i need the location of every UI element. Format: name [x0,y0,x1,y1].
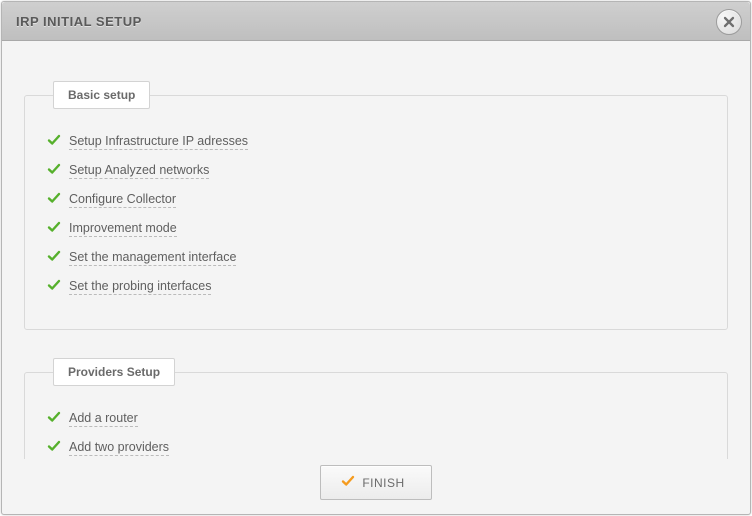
providers-setup-legend: Providers Setup [53,358,175,386]
list-item: Improvement mode [47,220,705,237]
irp-initial-setup-modal: IRP INITIAL SETUP Basic setup Setup Infr… [1,1,751,515]
providers-setup-steps: Add a router Add two providers [47,410,705,456]
basic-setup-legend: Basic setup [53,81,150,109]
check-icon [47,220,61,237]
list-item: Set the management interface [47,249,705,266]
modal-header: IRP INITIAL SETUP [2,2,750,41]
list-item: Set the probing interfaces [47,278,705,295]
check-icon [47,278,61,295]
step-link[interactable]: Add two providers [69,440,169,456]
check-icon [47,249,61,266]
check-icon [47,162,61,179]
list-item: Add a router [47,410,705,427]
basic-setup-steps: Setup Infrastructure IP adresses Setup A… [47,133,705,295]
finish-button[interactable]: FINISH [320,465,431,500]
step-link[interactable]: Setup Infrastructure IP adresses [69,134,248,150]
step-link[interactable]: Configure Collector [69,192,176,208]
modal-body: Basic setup Setup Infrastructure IP adre… [2,41,750,459]
check-icon [47,410,61,427]
step-link[interactable]: Set the management interface [69,250,236,266]
close-icon [723,16,735,28]
check-icon [47,439,61,456]
list-item: Configure Collector [47,191,705,208]
check-icon [47,133,61,150]
close-button[interactable] [716,9,742,35]
list-item: Setup Analyzed networks [47,162,705,179]
finish-check-icon [341,474,355,491]
basic-setup-group: Basic setup Setup Infrastructure IP adre… [24,81,728,330]
modal-footer: FINISH [2,459,750,514]
list-item: Setup Infrastructure IP adresses [47,133,705,150]
step-link[interactable]: Set the probing interfaces [69,279,211,295]
finish-button-label: FINISH [362,476,404,490]
step-link[interactable]: Improvement mode [69,221,177,237]
providers-setup-group: Providers Setup Add a router Add two pro… [24,358,728,459]
step-link[interactable]: Add a router [69,411,138,427]
check-icon [47,191,61,208]
list-item: Add two providers [47,439,705,456]
modal-title: IRP INITIAL SETUP [16,14,142,29]
step-link[interactable]: Setup Analyzed networks [69,163,209,179]
